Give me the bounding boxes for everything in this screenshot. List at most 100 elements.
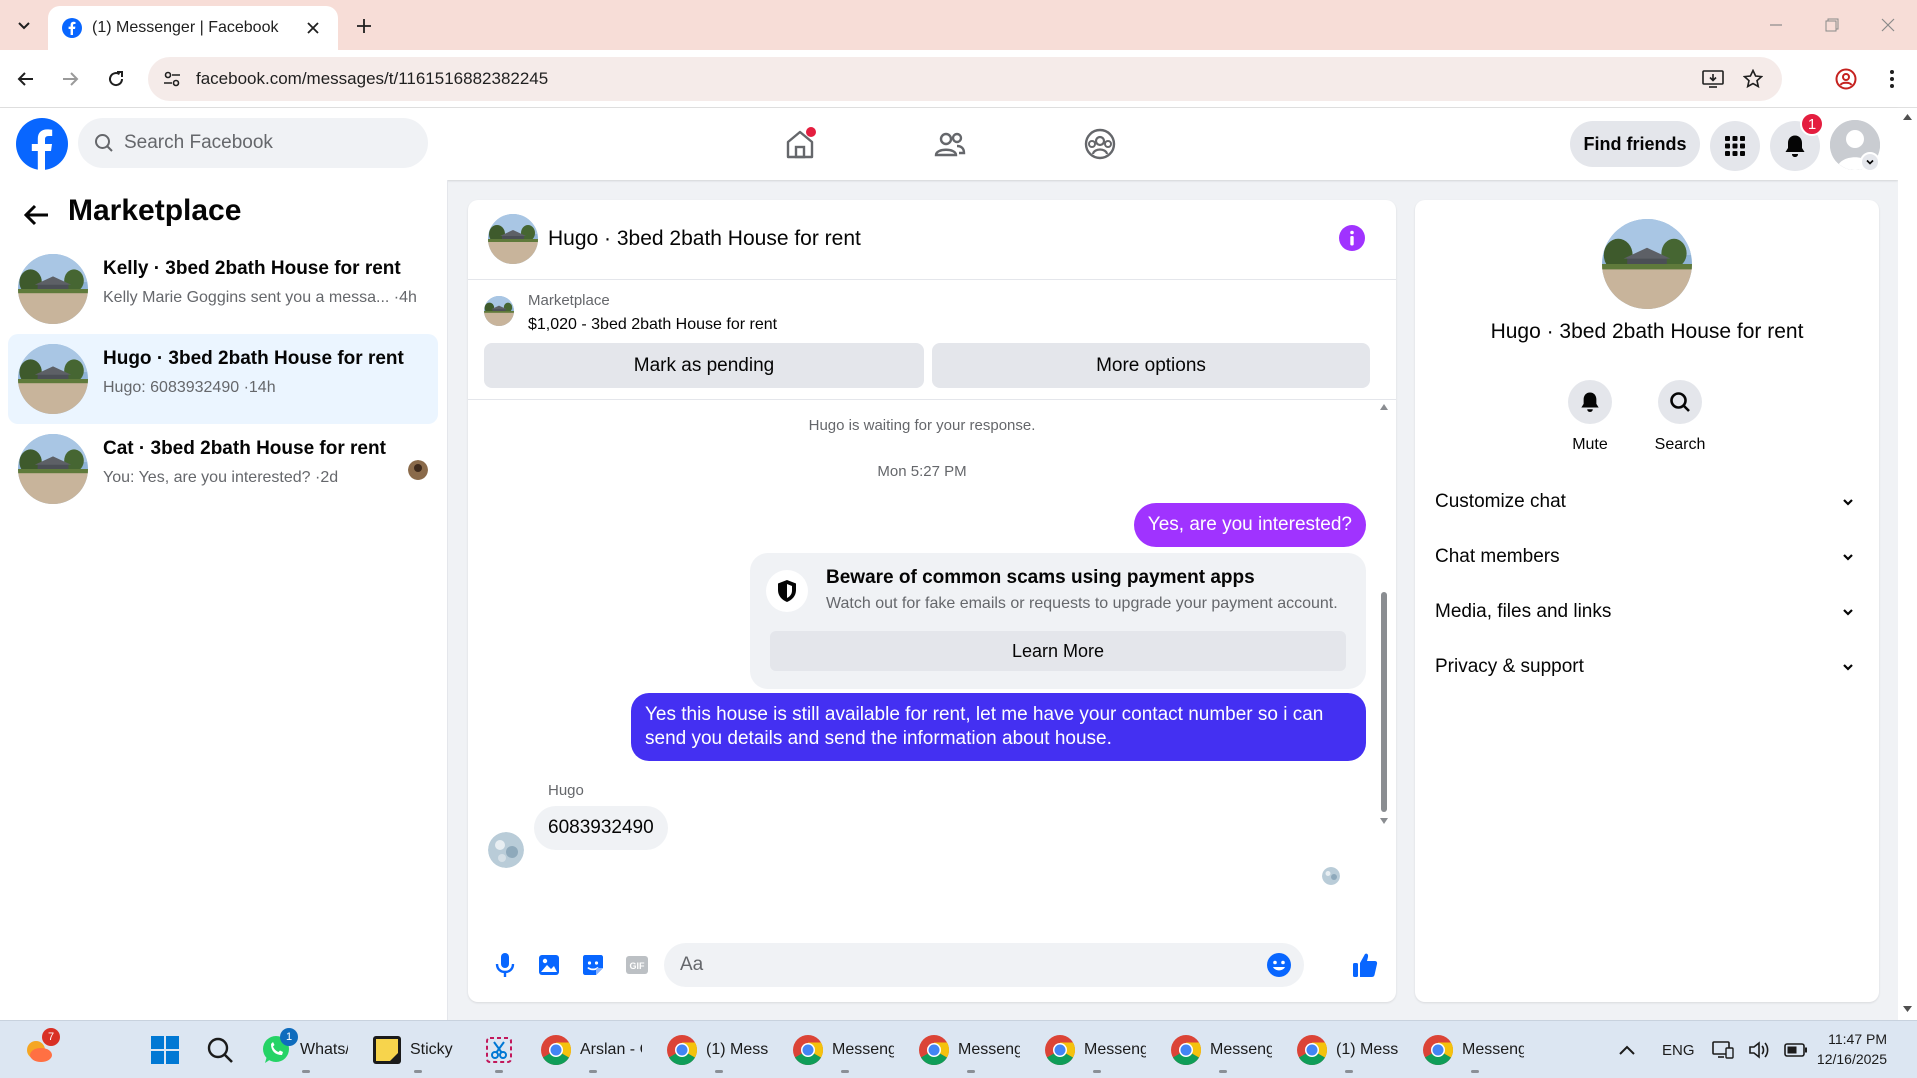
- chat-avatar[interactable]: [488, 214, 538, 264]
- search-in-conversation-button[interactable]: [1658, 380, 1702, 424]
- running-indicator: [841, 1070, 849, 1073]
- conversation-name: Cat · 3bed 2bath House for rent: [103, 438, 386, 459]
- info-icon: [1339, 225, 1365, 251]
- chrome-icon: [1044, 1035, 1076, 1066]
- media-files-links-section[interactable]: Media, files and links: [1435, 590, 1859, 634]
- taskbar-app-whatsapp[interactable]: 1 Whats/: [260, 1028, 352, 1073]
- facebook-logo[interactable]: [16, 118, 68, 170]
- reload-button[interactable]: [100, 63, 132, 95]
- browser-tab-messenger[interactable]: (1) Messenger | Facebook: [48, 6, 338, 50]
- message-timestamp: Mon 5:27 PM: [877, 463, 967, 480]
- chevron-down-icon: [1843, 499, 1853, 506]
- system-tray[interactable]: [1712, 1029, 1808, 1071]
- taskbar-app-chrome[interactable]: Messeng: [1044, 1029, 1150, 1073]
- nav-groups[interactable]: [1078, 122, 1122, 166]
- taskbar-app-chrome[interactable]: Arslan - C: [540, 1029, 646, 1073]
- mute-button[interactable]: [1568, 380, 1612, 424]
- taskbar-app-chrome[interactable]: Messeng: [1170, 1029, 1276, 1073]
- listing-title[interactable]: $1,020 - 3bed 2bath House for rent: [528, 316, 777, 334]
- customize-chat-section[interactable]: Customize chat: [1435, 480, 1859, 524]
- find-friends-button[interactable]: Find friends: [1570, 121, 1700, 167]
- incoming-message[interactable]: 6083932490: [534, 806, 668, 850]
- emoji-button[interactable]: [1264, 950, 1294, 980]
- shield-icon-container: [766, 570, 808, 612]
- message-thread[interactable]: Hugo is waiting for your response. Mon 5…: [468, 400, 1396, 930]
- sticker-button[interactable]: [578, 950, 608, 980]
- taskbar-label: Messeng: [1210, 1041, 1272, 1058]
- language-indicator[interactable]: ENG: [1662, 1029, 1695, 1071]
- url-text[interactable]: facebook.com/messages/t/1161516882382245: [196, 69, 1698, 89]
- taskbar-app-chrome[interactable]: (1) Messe: [666, 1029, 772, 1073]
- outgoing-message[interactable]: Yes this house is still available for re…: [631, 693, 1366, 761]
- running-indicator: [414, 1070, 422, 1073]
- taskbar-app-chrome[interactable]: Messeng: [1422, 1029, 1528, 1073]
- new-tab-button[interactable]: [350, 12, 378, 40]
- conversation-item[interactable]: Cat · 3bed 2bath House for rent You: Yes…: [8, 424, 438, 514]
- conversation-item[interactable]: Kelly · 3bed 2bath House for rent Kelly …: [8, 244, 438, 334]
- taskbar-app-sticky-notes[interactable]: Sticky N: [372, 1029, 464, 1073]
- taskbar-search-button[interactable]: [206, 1029, 234, 1071]
- waiting-notice: Hugo is waiting for your response.: [808, 417, 1036, 434]
- outgoing-message[interactable]: Yes, are you interested?: [1133, 503, 1366, 547]
- image-icon: [539, 955, 559, 975]
- mute-action[interactable]: Mute: [1550, 380, 1630, 454]
- network-icon: [1712, 1041, 1734, 1059]
- weather-widget[interactable]: 7: [22, 1028, 60, 1071]
- browser-tab-bar: (1) Messenger | Facebook: [0, 0, 1917, 50]
- address-bar[interactable]: facebook.com/messages/t/1161516882382245: [148, 57, 1782, 101]
- back-button[interactable]: [10, 63, 42, 95]
- send-like-button[interactable]: [1350, 950, 1380, 980]
- nav-home[interactable]: [778, 122, 822, 166]
- bookmark-button[interactable]: [1738, 64, 1768, 94]
- sender-avatar[interactable]: [488, 832, 524, 868]
- taskbar-label: (1) Messe: [706, 1041, 768, 1058]
- back-button[interactable]: [20, 198, 54, 232]
- taskbar-app-snipping-tool[interactable]: [484, 1029, 514, 1073]
- chat-scrollbar[interactable]: [1378, 400, 1390, 930]
- marketplace-conversation-list: Marketplace Kelly · 3bed 2bath House for…: [0, 180, 448, 1020]
- emoji-icon: [1267, 953, 1291, 977]
- mark-as-pending-button[interactable]: Mark as pending: [484, 343, 924, 388]
- chrome-profile-button[interactable]: [1830, 63, 1862, 95]
- more-options-button[interactable]: More options: [932, 343, 1370, 388]
- privacy-support-section[interactable]: Privacy & support: [1435, 645, 1859, 689]
- chat-title[interactable]: Hugo · 3bed 2bath House for rent: [548, 227, 861, 251]
- menu-button[interactable]: [1710, 121, 1760, 171]
- taskbar-app-chrome[interactable]: Messeng: [792, 1029, 898, 1073]
- message-input[interactable]: [680, 943, 1240, 987]
- tab-close-button[interactable]: [302, 17, 324, 39]
- install-app-button[interactable]: [1698, 64, 1728, 94]
- page-scrollbar[interactable]: [1898, 108, 1917, 1020]
- taskbar-app-chrome[interactable]: Messeng: [918, 1029, 1024, 1073]
- tab-search-button[interactable]: [10, 11, 38, 39]
- gif-button[interactable]: GIF: [622, 950, 652, 980]
- taskbar-app-chrome[interactable]: (1) Messe: [1296, 1029, 1402, 1073]
- voice-clip-button[interactable]: [490, 950, 520, 980]
- details-avatar[interactable]: [1602, 219, 1692, 309]
- learn-more-button[interactable]: Learn More: [770, 631, 1346, 671]
- facebook-search-input[interactable]: [124, 132, 404, 154]
- search-action[interactable]: Search: [1640, 380, 1720, 454]
- show-hidden-icons-button[interactable]: [1618, 1029, 1636, 1071]
- conversation-info-button[interactable]: [1338, 224, 1366, 252]
- restore-button[interactable]: [1812, 10, 1852, 40]
- message-input-container[interactable]: [664, 943, 1304, 987]
- nav-friends[interactable]: [928, 122, 972, 166]
- account-menu-chevron[interactable]: [1860, 152, 1880, 172]
- conversation-item[interactable]: Hugo · 3bed 2bath House for rent Hugo: 6…: [8, 334, 438, 424]
- window-close-button[interactable]: [1868, 10, 1908, 40]
- facebook-search[interactable]: [78, 118, 428, 168]
- attach-photo-button[interactable]: [534, 950, 564, 980]
- profile-icon: [1835, 68, 1857, 90]
- site-settings-icon[interactable]: [162, 69, 182, 89]
- chrome-menu-button[interactable]: [1876, 63, 1908, 95]
- running-indicator: [715, 1070, 723, 1073]
- language-label: ENG: [1662, 1041, 1695, 1059]
- minimize-button[interactable]: [1756, 10, 1796, 40]
- arrow-left-icon: [24, 204, 48, 226]
- chat-members-section[interactable]: Chat members: [1435, 535, 1859, 579]
- clock[interactable]: 11:47 PM 12/16/2025: [1817, 1029, 1887, 1069]
- forward-button[interactable]: [54, 63, 86, 95]
- start-button[interactable]: [150, 1029, 180, 1071]
- close-icon: [1881, 18, 1895, 32]
